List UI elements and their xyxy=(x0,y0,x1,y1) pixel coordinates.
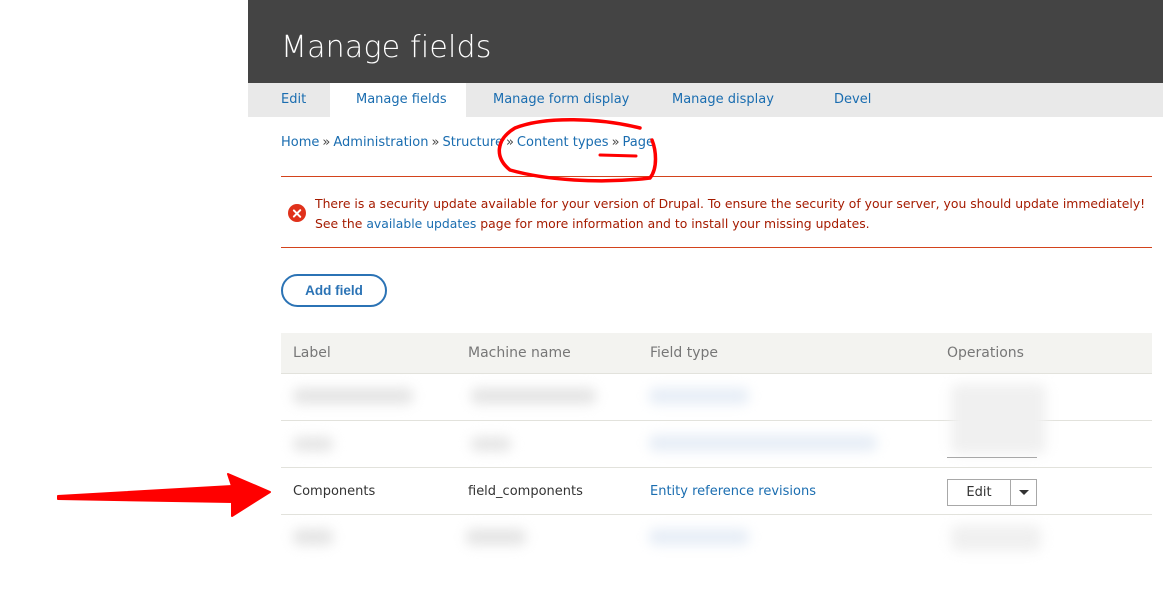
red-arrow-icon xyxy=(57,473,271,517)
security-alert: There is a security update available for… xyxy=(281,176,1152,248)
dropdown-toggle-icon[interactable] xyxy=(1011,480,1036,505)
redacted-machine-name xyxy=(471,388,596,404)
redacted-field-type xyxy=(649,529,749,545)
dropbutton-edge xyxy=(947,457,1037,458)
breadcrumb-separator: » xyxy=(505,135,514,150)
tab-manage-fields[interactable]: Manage fields xyxy=(330,83,466,117)
breadcrumb-content-types[interactable]: Content types xyxy=(517,135,609,150)
redacted-label xyxy=(293,529,333,545)
breadcrumb: Home» Administration» Structure» Content ty… xyxy=(281,135,654,150)
breadcrumb-separator: » xyxy=(431,135,440,150)
table-row-redacted xyxy=(281,421,1152,468)
page-title: Manage fields xyxy=(281,30,492,65)
alert-text-prefix: See the xyxy=(315,216,367,231)
redacted-machine-name xyxy=(466,529,526,545)
alert-text-suffix: page for more information and to install… xyxy=(476,216,870,231)
tab-manage-display[interactable]: Manage display xyxy=(646,83,810,117)
table-row-redacted xyxy=(281,374,1152,454)
breadcrumb-page[interactable]: Page xyxy=(623,135,654,150)
tab-manage-form-display[interactable]: Manage form display xyxy=(466,83,646,117)
column-header-field-type[interactable]: Field type xyxy=(650,345,718,361)
tab-devel[interactable]: Devel xyxy=(810,83,871,117)
redacted-field-type xyxy=(649,388,749,404)
edit-button[interactable]: Edit xyxy=(948,480,1011,505)
column-header-machine-name[interactable]: Machine name xyxy=(468,345,571,361)
alert-line-1: There is a security update available for… xyxy=(315,196,1146,211)
alert-line-2: See the available updates page for more … xyxy=(315,214,1145,234)
page-header: Manage fields xyxy=(248,0,1163,83)
breadcrumb-administration[interactable]: Administration xyxy=(333,135,428,150)
redacted-label xyxy=(293,388,413,404)
field-label: Components xyxy=(293,484,376,499)
redacted-label xyxy=(293,437,333,451)
add-field-button[interactable]: Add field xyxy=(281,274,387,307)
red-underline-annotation xyxy=(598,153,638,158)
breadcrumb-structure[interactable]: Structure xyxy=(442,135,502,150)
breadcrumb-separator: » xyxy=(611,135,620,150)
breadcrumb-separator: » xyxy=(322,135,331,150)
alert-message: There is a security update available for… xyxy=(315,194,1145,234)
red-circle-annotation xyxy=(497,118,658,183)
redacted-machine-name xyxy=(471,437,511,451)
breadcrumb-home[interactable]: Home xyxy=(281,135,319,150)
table-row: Components field_components Entity refer… xyxy=(281,468,1152,515)
error-icon xyxy=(288,204,306,222)
tab-edit[interactable]: Edit xyxy=(248,83,330,117)
fields-table: Label Machine name Field type Operations… xyxy=(281,333,1152,562)
column-header-label[interactable]: Label xyxy=(293,345,331,361)
field-machine-name: field_components xyxy=(468,484,583,499)
field-type-link[interactable]: Entity reference revisions xyxy=(650,484,816,499)
primary-tabs: Edit Manage fields Manage form display M… xyxy=(248,83,1163,117)
table-row-redacted xyxy=(281,515,1152,562)
available-updates-link[interactable]: available updates xyxy=(366,216,476,231)
table-header: Label Machine name Field type Operations xyxy=(281,333,1152,374)
column-header-operations: Operations xyxy=(947,345,1024,361)
redacted-field-type xyxy=(649,435,877,451)
redacted-operations xyxy=(951,525,1041,551)
operations-dropbutton: Edit xyxy=(947,479,1037,506)
